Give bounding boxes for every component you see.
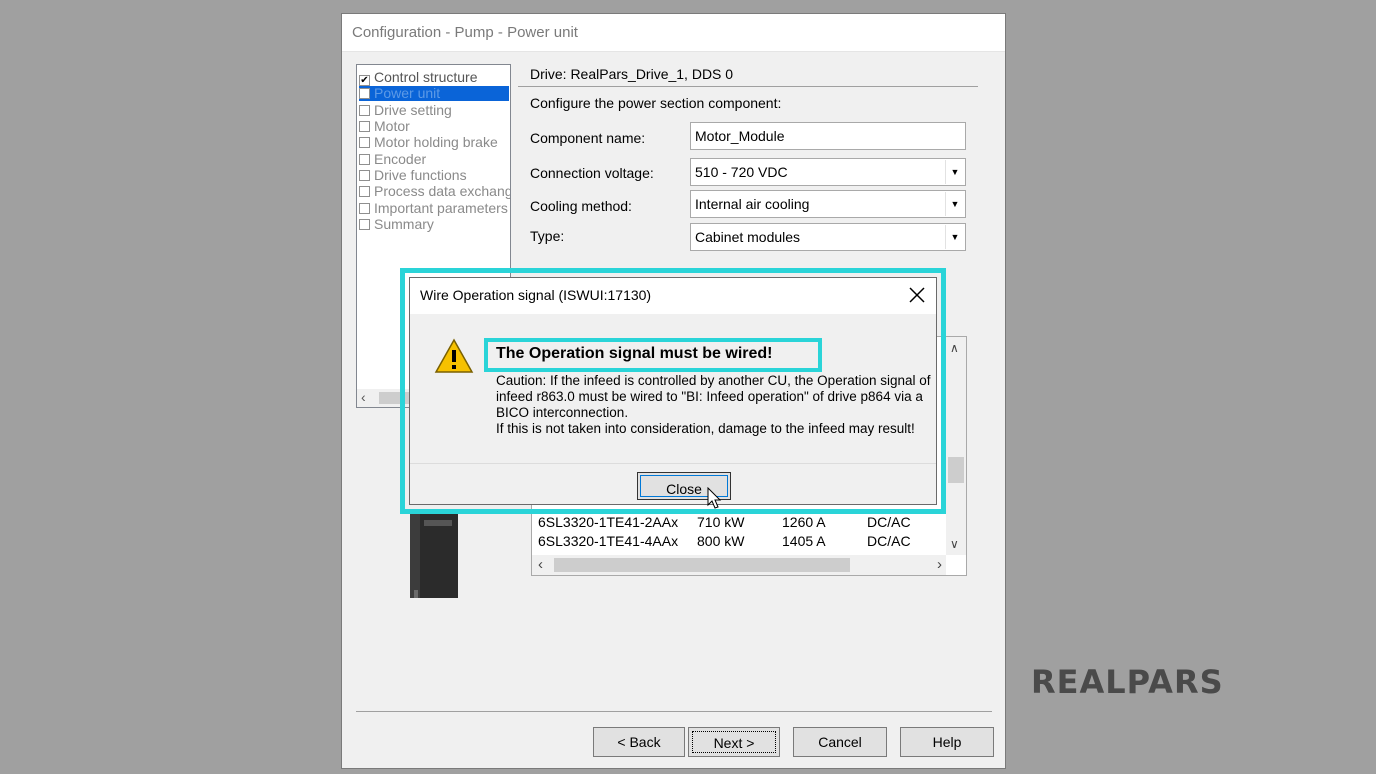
scroll-thumb[interactable] — [948, 457, 964, 483]
nav-item-power-unit[interactable]: Power unit — [359, 86, 509, 101]
chevron-down-icon[interactable]: ▼ — [945, 160, 964, 184]
cancel-button[interactable]: Cancel — [793, 727, 887, 757]
list-horizontal-scrollbar[interactable]: ‹ › — [532, 555, 946, 575]
checkbox-icon — [359, 170, 370, 181]
divider — [518, 86, 978, 87]
chevron-up-icon[interactable]: ∧ — [950, 341, 959, 355]
config-description: Configure the power section component: — [530, 95, 782, 111]
headline-highlight-frame: The Operation signal must be wired! — [484, 338, 822, 372]
window-title: Configuration - Pump - Power unit — [352, 24, 578, 41]
dialog-body: The Operation signal must be wired! Caut… — [410, 314, 936, 463]
nav-item-motor[interactable]: Motor — [359, 119, 509, 134]
type-value: Cabinet modules — [695, 229, 801, 245]
checkbox-icon — [359, 186, 370, 197]
nav-item-encoder[interactable]: Encoder — [359, 152, 509, 167]
checkbox-icon — [359, 154, 370, 165]
drive-label: Drive: RealPars_Drive_1, DDS 0 — [530, 66, 734, 82]
next-button-label: Next > — [692, 731, 776, 753]
scroll-thumb[interactable] — [554, 558, 850, 572]
logo-text: REALPARS — [1031, 663, 1224, 701]
motor-module-image — [410, 514, 458, 598]
dialog-message: Caution: If the infeed is controlled by … — [496, 373, 931, 436]
nav-item-drive-setting[interactable]: Drive setting — [359, 103, 509, 118]
nav-item-motor-holding-brake[interactable]: Motor holding brake — [359, 135, 509, 150]
checkbox-icon: ✔ — [359, 75, 370, 86]
cooling-method-label: Cooling method: — [530, 198, 632, 214]
dialog-title: Wire Operation signal (ISWUI:17130) — [420, 287, 652, 303]
checkbox-icon — [359, 88, 370, 99]
connection-voltage-label: Connection voltage: — [530, 165, 654, 181]
warning-icon — [434, 338, 474, 373]
realpars-logo: REALPARS — [1031, 664, 1293, 700]
scroll-right-icon[interactable]: › — [937, 556, 942, 573]
dialog-titlebar: Wire Operation signal (ISWUI:17130) — [410, 278, 936, 314]
chevron-down-icon[interactable]: ▼ — [945, 192, 964, 216]
mouse-cursor-icon — [707, 487, 722, 509]
component-name-label: Component name: — [530, 130, 646, 146]
checkbox-icon — [359, 105, 370, 116]
checkbox-icon — [359, 137, 370, 148]
dialog-headline: The Operation signal must be wired! — [496, 345, 773, 362]
nav-item-drive-functions[interactable]: Drive functions — [359, 168, 509, 183]
close-icon[interactable] — [906, 284, 928, 306]
component-name-field[interactable]: Motor_Module — [690, 122, 966, 150]
nav-item-summary[interactable]: Summary — [359, 217, 509, 232]
type-select[interactable]: Cabinet modules ▼ — [690, 223, 966, 251]
nav-item-control-structure[interactable]: ✔ Control structure — [359, 70, 509, 86]
help-button[interactable]: Help — [900, 727, 994, 757]
chevron-down-icon[interactable]: ▼ — [945, 225, 964, 249]
checkbox-icon — [359, 219, 370, 230]
cooling-method-select[interactable]: Internal air cooling ▼ — [690, 190, 966, 218]
chevron-down-icon[interactable]: ∨ — [950, 537, 959, 551]
nav-item-process-data-exchange[interactable]: Process data exchang — [359, 184, 510, 199]
checkbox-icon — [359, 203, 370, 214]
nav-item-important-parameters[interactable]: Important parameters — [359, 201, 509, 216]
connection-voltage-select[interactable]: 510 - 720 VDC ▼ — [690, 158, 966, 186]
type-label: Type: — [530, 228, 565, 244]
scroll-left-icon[interactable]: ‹ — [361, 389, 366, 405]
connection-voltage-value: 510 - 720 VDC — [695, 164, 788, 180]
divider — [410, 463, 936, 464]
list-vertical-scrollbar[interactable]: ∧ ∨ — [946, 337, 966, 555]
checkbox-icon — [359, 121, 370, 132]
next-button[interactable]: Next > — [688, 727, 780, 757]
scroll-left-icon[interactable]: ‹ — [538, 556, 543, 573]
back-button[interactable]: < Back — [593, 727, 685, 757]
window-titlebar: Configuration - Pump - Power unit — [342, 14, 1005, 52]
cooling-method-value: Internal air cooling — [695, 196, 810, 212]
divider — [356, 711, 992, 712]
warning-dialog: Wire Operation signal (ISWUI:17130) The … — [409, 277, 937, 505]
